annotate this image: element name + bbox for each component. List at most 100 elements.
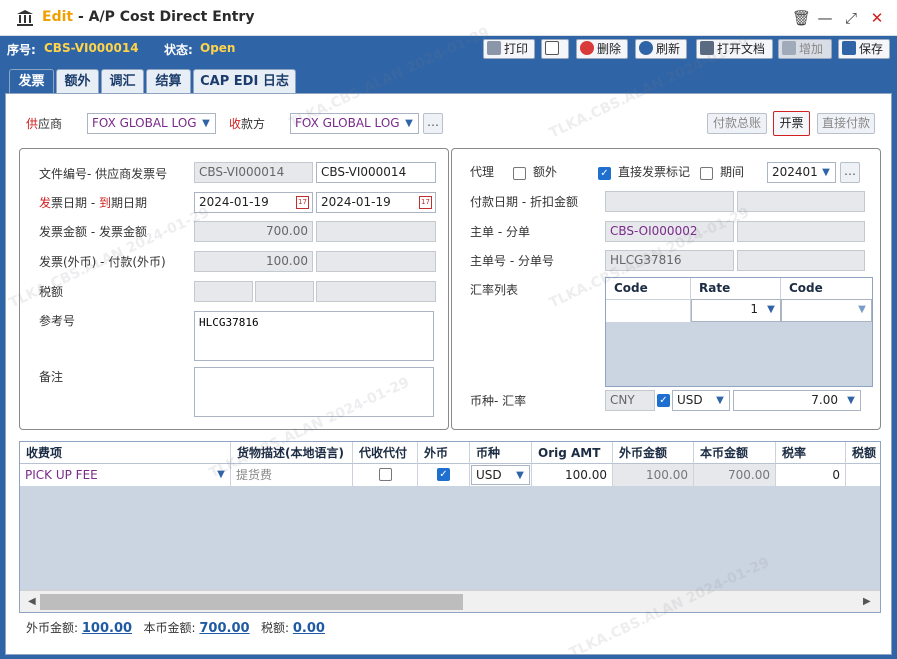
currency-select[interactable]: USD ▼ [672, 390, 730, 411]
col-currency[interactable]: 币种 [470, 442, 532, 464]
delete-label: 删除 [597, 42, 622, 56]
row-currency-value: USD [476, 468, 502, 482]
tab-invoice[interactable]: 发票 [9, 69, 54, 94]
invoice-date-input[interactable]: 2024-01-19 17 [194, 192, 313, 213]
seq-label: 序号: [7, 43, 36, 57]
period-label: 期间 [720, 165, 745, 179]
collect-checkbox[interactable] [378, 468, 392, 481]
fx-amount-label: 发票(外币) - 付款(外币) [39, 255, 166, 269]
printer-icon [487, 41, 501, 55]
remark-textarea[interactable] [194, 367, 434, 417]
window-title: Edit - A/P Cost Direct Entry [42, 9, 254, 25]
title-separator: - [73, 9, 89, 25]
col-fx[interactable]: 外币 [418, 442, 470, 464]
exchange-rate-input[interactable]: 7.00 ▼ [733, 390, 861, 411]
local-total-value[interactable]: 700.00 [199, 621, 249, 636]
supplier-value: FOX GLOBAL LOG [92, 116, 197, 130]
orig-amt-cell[interactable]: 100.00 [532, 464, 613, 486]
tab-settlement[interactable]: 结算 [146, 69, 191, 94]
houseno-field [737, 250, 865, 271]
col-tax-rate[interactable]: 税率 [776, 442, 846, 464]
col-local-amount[interactable]: 本币金额 [694, 442, 776, 464]
rate-cell-code-2[interactable]: ▼ [781, 299, 872, 322]
open-document-button[interactable]: 打开文档 [696, 39, 773, 59]
save-button[interactable]: 保存 [838, 39, 890, 59]
totals-footer: 外币金额: 100.00 本币金额: 700.00 税额: 0.00 [26, 619, 325, 636]
fx-total-value[interactable]: 100.00 [82, 621, 132, 636]
collect-cell[interactable] [353, 464, 418, 486]
seq-value: CBS-VI000014 [44, 41, 139, 55]
tab-cap-edi-log[interactable]: CAP EDI 日志 [193, 69, 296, 94]
col-fx-amount[interactable]: 外币金额 [613, 442, 694, 464]
master-field[interactable]: CBS-OI000002 [605, 221, 734, 242]
rate-cell-rate[interactable]: 1 ▼ [691, 299, 781, 322]
extra-label: 额外 [533, 165, 558, 179]
pay-summary-button[interactable]: 付款总账 [707, 113, 767, 134]
tax-total-label: 税额: [261, 621, 290, 635]
charge-cell[interactable]: PICK UP FEE ▼ [20, 464, 231, 486]
col-charge[interactable]: 收费项 [20, 442, 231, 464]
due-date-required: 到 [98, 196, 111, 210]
reference-textarea[interactable] [194, 311, 434, 361]
col-collect[interactable]: 代收代付 [353, 442, 418, 464]
issue-invoice-button[interactable]: 开票 [773, 111, 810, 136]
direct-invoice-checkbox[interactable]: ✓ [598, 167, 611, 180]
col-description[interactable]: 货物描述(本地语言) [231, 442, 353, 464]
copy-button[interactable] [541, 39, 569, 59]
scroll-right-icon[interactable]: ▶ [863, 596, 871, 607]
delete-button[interactable]: 删除 [576, 39, 628, 59]
currency-label: 币种- 汇率 [470, 394, 527, 408]
paydate-field [605, 191, 734, 212]
period-select[interactable]: 202401 ▼ [767, 162, 836, 183]
copy-icon [545, 41, 559, 55]
fx-checkbox[interactable]: ✓ [437, 468, 450, 481]
supplier-select[interactable]: FOX GLOBAL LOG ▼ [87, 113, 216, 134]
trash-icon[interactable]: 🗑 [792, 9, 811, 27]
tab-exchange[interactable]: 调汇 [101, 69, 144, 94]
chevron-down-icon: ▼ [822, 167, 830, 178]
due-date-label: 期日期 [111, 196, 148, 210]
horizontal-scrollbar[interactable]: ◀ ▶ [20, 590, 880, 612]
tax-rate-cell[interactable]: 0 [776, 464, 846, 486]
direct-pay-button[interactable]: 直接付款 [817, 113, 875, 134]
period-checkbox[interactable] [700, 167, 713, 180]
restore-button[interactable]: ⤢ [842, 9, 860, 27]
payee-lookup-button[interactable]: … [423, 113, 443, 134]
currency-cell[interactable]: USD ▼ [470, 464, 532, 486]
add-button[interactable]: 增加 [778, 39, 832, 59]
rate-col-code-2[interactable]: Code [781, 278, 872, 299]
chevron-down-icon: ▼ [516, 470, 524, 481]
period-lookup-button[interactable]: … [840, 162, 860, 183]
col-tax[interactable]: 税额 [846, 442, 880, 464]
house-field [737, 221, 865, 242]
due-date-input[interactable]: 2024-01-19 17 [316, 192, 436, 213]
close-button[interactable]: ✕ [868, 9, 886, 27]
save-icon [842, 41, 856, 55]
amount-label: 发票金额 - 发票金额 [39, 225, 147, 239]
calendar-icon[interactable]: 17 [419, 196, 432, 209]
rate-cell-code[interactable] [606, 299, 691, 322]
rate-col-rate[interactable]: Rate [691, 278, 781, 299]
tax-field-3 [316, 281, 436, 302]
col-orig-amt[interactable]: Orig AMT [532, 442, 613, 464]
extra-checkbox[interactable] [513, 167, 526, 180]
scroll-thumb[interactable] [40, 594, 463, 610]
print-label: 打印 [504, 42, 529, 56]
minimize-button[interactable]: — [816, 9, 834, 27]
print-button[interactable]: 打印 [483, 39, 535, 59]
fx-cell[interactable]: ✓ [418, 464, 470, 486]
tax-total-value[interactable]: 0.00 [293, 621, 325, 636]
currency-checkbox[interactable]: ✓ [657, 394, 670, 407]
payee-select[interactable]: FOX GLOBAL LOG ▼ [290, 113, 419, 134]
rate-col-code[interactable]: Code [606, 278, 691, 299]
description-cell[interactable]: 提货费 [231, 464, 353, 486]
vendor-invoice-input[interactable]: CBS-VI000014 [316, 162, 436, 183]
scroll-left-icon[interactable]: ◀ [28, 596, 36, 607]
calendar-icon[interactable]: 17 [296, 196, 309, 209]
tax-label: 税额 [39, 285, 64, 299]
supplier-label: 供应商 [26, 115, 62, 132]
tax-cell[interactable] [846, 464, 880, 486]
rate-list-grid: Code Rate Code 1 ▼ ▼ [605, 277, 873, 387]
refresh-button[interactable]: 刷新 [635, 39, 687, 59]
tab-extra[interactable]: 额外 [56, 69, 99, 94]
